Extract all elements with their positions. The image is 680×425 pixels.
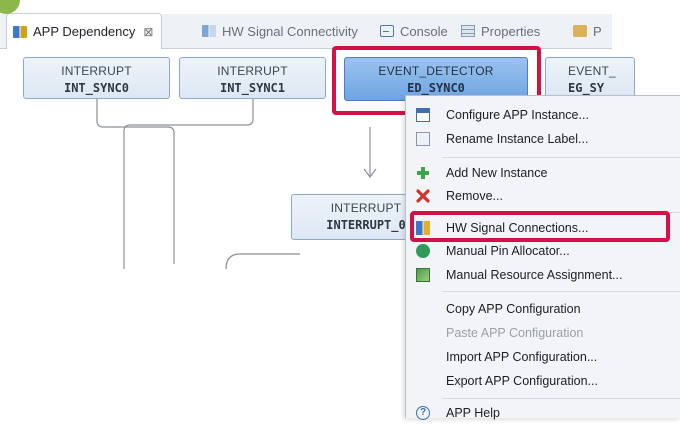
node-type: INTERRUPT: [61, 64, 132, 78]
tab-label: Console: [400, 23, 448, 39]
menu-item-label: APP Help: [446, 406, 500, 420]
tab-label: HW Signal Connectivity: [222, 23, 358, 39]
editor-tab-bar: APP Dependency ⊠ HW Signal Connectivity …: [0, 13, 612, 49]
menu-item-manual-resource-assignment[interactable]: Manual Resource Assignment...: [406, 263, 680, 287]
menu-item-app-help[interactable]: ? APP Help: [406, 401, 680, 425]
node-name: INT_SYNC1: [219, 81, 286, 95]
menu-item-label: Remove...: [446, 189, 503, 203]
menu-item-label: Add New Instance: [446, 166, 548, 180]
node-type: EVENT_: [568, 64, 616, 78]
menu-item-label: Import APP Configuration...: [446, 350, 598, 364]
tab-label: P: [593, 23, 602, 39]
close-icon[interactable]: ⊠: [143, 25, 153, 39]
menu-item-label: Paste APP Configuration: [446, 326, 584, 340]
tab-label: Properties: [481, 23, 541, 39]
add-icon: [416, 166, 430, 180]
app-dependency-icon: [13, 25, 27, 38]
node-name: INT_SYNC0: [63, 81, 130, 95]
tab-console[interactable]: Console: [374, 14, 448, 48]
corner-badge: [0, 0, 20, 14]
menu-item-label: Copy APP Configuration: [446, 302, 581, 316]
configure-icon: [416, 108, 430, 122]
wire: [225, 253, 300, 269]
menu-item-add-new-instance[interactable]: Add New Instance: [406, 161, 680, 185]
menu-separator: [442, 157, 680, 158]
pin-allocator-icon: [416, 244, 430, 258]
help-icon: ?: [416, 406, 430, 420]
tab-label: APP Dependency: [33, 24, 136, 39]
menu-item-export-app-configuration[interactable]: Export APP Configuration...: [406, 369, 680, 393]
context-menu: Configure APP Instance... Rename Instanc…: [405, 95, 680, 420]
menu-separator: [442, 398, 680, 399]
menu-item-import-app-configuration[interactable]: Import APP Configuration...: [406, 345, 680, 369]
remove-icon: [416, 189, 430, 203]
rename-icon: [416, 132, 430, 146]
wire: [96, 99, 175, 264]
menu-item-label: Manual Pin Allocator...: [446, 244, 570, 258]
node-int-sync1[interactable]: INTERRUPT INT_SYNC1: [179, 57, 326, 99]
menu-highlight-box: [410, 211, 670, 242]
node-eg-sync[interactable]: EVENT_ EG_SY: [545, 57, 635, 99]
resource-assignment-icon: [416, 268, 430, 282]
menu-separator: [442, 291, 680, 292]
problems-icon: [573, 25, 587, 37]
menu-item-remove[interactable]: Remove...: [406, 184, 680, 208]
menu-item-label: Configure APP Instance...: [446, 108, 589, 122]
menu-item-rename-instance-label[interactable]: Rename Instance Label...: [406, 127, 680, 151]
menu-item-label: Rename Instance Label...: [446, 132, 589, 146]
node-name: EG_SY: [568, 81, 605, 95]
node-type: INTERRUPT: [217, 64, 288, 78]
node-int-sync0[interactable]: INTERRUPT INT_SYNC0: [23, 57, 170, 99]
tab-properties[interactable]: Properties: [455, 14, 540, 48]
console-icon: [380, 25, 394, 37]
menu-item-label: Export APP Configuration...: [446, 374, 598, 388]
hw-signal-icon: [202, 25, 216, 37]
menu-item-copy-app-configuration[interactable]: Copy APP Configuration: [406, 297, 680, 321]
menu-item-label: Manual Resource Assignment...: [446, 268, 623, 282]
properties-icon: [461, 25, 475, 37]
tab-app-dependency[interactable]: APP Dependency ⊠: [6, 13, 163, 49]
menu-item-manual-pin-allocator[interactable]: Manual Pin Allocator...: [406, 239, 680, 263]
menu-item-paste-app-configuration: Paste APP Configuration: [406, 321, 680, 345]
tab-hw-signal-connectivity[interactable]: HW Signal Connectivity: [196, 14, 358, 48]
wire: [123, 99, 254, 269]
tab-problems[interactable]: P: [567, 14, 602, 48]
menu-item-configure-app-instance[interactable]: Configure APP Instance...: [406, 103, 680, 127]
